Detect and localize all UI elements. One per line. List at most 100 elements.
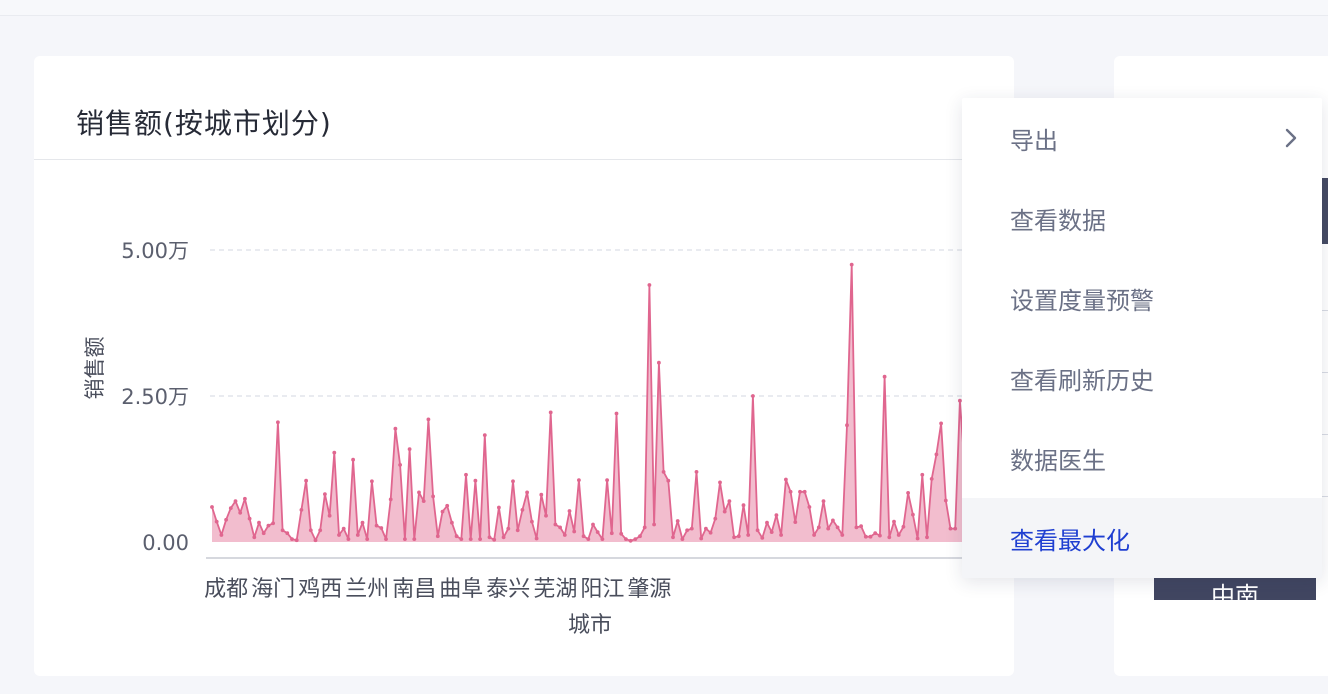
data-point: [238, 510, 243, 515]
data-point: [548, 410, 553, 415]
data-point: [487, 535, 492, 540]
menu-item-data-doctor[interactable]: 数据医生: [962, 418, 1322, 498]
data-point: [727, 499, 732, 503]
data-point: [280, 528, 285, 533]
data-point: [553, 522, 558, 527]
data-point: [943, 498, 948, 503]
side-region-tag: 中南: [1154, 577, 1316, 600]
data-point: [454, 534, 459, 539]
data-point: [365, 537, 370, 541]
menu-item-label: 设置度量预警: [1010, 286, 1154, 315]
data-point: [482, 433, 487, 437]
data-point: [939, 421, 943, 426]
data-point: [337, 533, 341, 537]
data-point: [854, 525, 859, 530]
data-point: [492, 537, 497, 542]
data-point: [802, 489, 807, 494]
data-point: [816, 525, 821, 530]
data-point: [849, 262, 854, 267]
data-point: [628, 538, 633, 543]
sales-area-chart: 0.00 2.50万 5.00万成都 海门 鸡西 兰州 南昌 曲阜 泰兴 芜湖 阳江 肇源城市 销售额: [83, 239, 964, 638]
menu-item-maximize[interactable]: 查看最大化: [962, 498, 1322, 578]
data-point: [609, 531, 614, 536]
data-point: [619, 531, 624, 536]
data-point: [779, 533, 783, 537]
data-point: [261, 531, 266, 536]
data-point: [793, 520, 798, 524]
data-point: [647, 283, 652, 287]
data-point: [812, 533, 816, 537]
data-point: [605, 478, 609, 482]
data-point: [718, 480, 722, 485]
data-point: [530, 519, 534, 524]
data-point: [506, 526, 511, 531]
data-point: [666, 478, 671, 483]
data-point: [497, 505, 501, 510]
menu-item-set-metric-alert[interactable]: 设置度量预警: [962, 258, 1322, 338]
data-point: [920, 472, 925, 477]
data-point: [722, 509, 727, 514]
data-point: [285, 531, 290, 536]
data-point: [233, 499, 238, 503]
data-point: [384, 537, 388, 541]
data-point: [421, 499, 426, 503]
data-point: [276, 420, 280, 425]
data-point: [873, 531, 878, 536]
y-tick-label: 5.00万: [121, 239, 189, 263]
data-point: [736, 534, 741, 539]
data-point: [544, 513, 548, 518]
menu-item-refresh-history[interactable]: 查看刷新历史: [962, 338, 1322, 418]
x-tick-label: 南昌: [392, 577, 436, 602]
data-point: [704, 526, 708, 531]
data-point: [450, 520, 454, 525]
y-tick-label: 0.00: [142, 531, 189, 555]
menu-item-export[interactable]: 导出: [962, 98, 1322, 178]
data-point: [327, 513, 332, 518]
data-point: [831, 518, 835, 523]
data-point: [572, 529, 577, 534]
data-point: [473, 478, 478, 483]
data-point: [821, 499, 826, 503]
data-point: [685, 528, 689, 533]
x-tick-label: 芜湖: [533, 577, 577, 602]
data-point: [210, 505, 214, 509]
x-tick-label: 海门: [251, 577, 295, 602]
data-point: [671, 535, 675, 540]
data-point: [539, 492, 544, 497]
data-point: [882, 374, 887, 379]
data-point: [746, 533, 751, 537]
data-point: [953, 526, 958, 531]
data-point: [370, 479, 374, 484]
data-point: [845, 423, 849, 428]
x-tick-label: 肇源: [627, 577, 671, 602]
data-point: [911, 512, 915, 517]
x-axis-title: 城市: [568, 613, 612, 638]
data-point: [247, 516, 252, 521]
data-point: [426, 417, 431, 422]
data-point: [214, 519, 219, 524]
x-tick-label: 阳江: [580, 577, 624, 602]
data-point: [807, 505, 812, 509]
data-point: [878, 533, 882, 538]
data-point: [652, 522, 656, 527]
data-point: [478, 537, 482, 541]
x-tick-label: 兰州: [345, 577, 389, 602]
data-point: [459, 537, 464, 541]
menu-item-label: 查看刷新历史: [1010, 366, 1154, 395]
data-point: [934, 452, 939, 457]
data-point: [868, 534, 873, 539]
menu-item-view-data[interactable]: 查看数据: [962, 178, 1322, 258]
data-point: [515, 528, 520, 533]
menu-item-label: 查看数据: [1010, 206, 1106, 235]
data-point: [835, 525, 840, 530]
data-point: [323, 492, 327, 496]
data-point: [765, 520, 769, 525]
data-point: [614, 411, 619, 416]
data-point: [379, 526, 384, 530]
data-point: [219, 533, 224, 537]
data-point: [675, 519, 680, 523]
data-point: [346, 537, 351, 541]
data-point: [407, 447, 412, 451]
data-point: [741, 503, 746, 508]
data-point: [915, 536, 920, 541]
